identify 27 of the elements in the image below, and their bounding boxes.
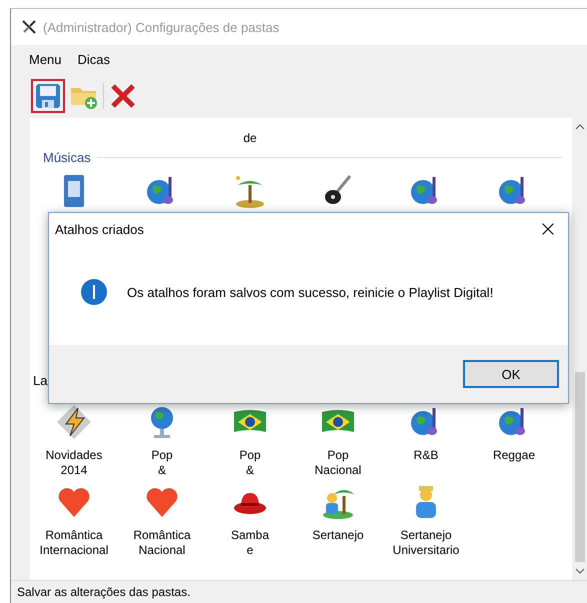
info-icon xyxy=(81,279,107,305)
dialog-message: Os atalhos foram salvos com sucesso, reinicie o Playlist Digital! xyxy=(127,284,494,300)
folder-label[interactable]: R&B xyxy=(414,448,438,463)
folder-label[interactable]: Romântica Nacional xyxy=(133,528,191,558)
dialog-title: Atalhos criados xyxy=(55,222,144,236)
save-button[interactable] xyxy=(31,78,65,112)
window-title: (Administrador) Configurações de pastas xyxy=(43,20,280,34)
close-button[interactable]: × xyxy=(528,214,568,244)
folder-label[interactable]: Sertanejo Universitario xyxy=(392,528,460,558)
status-text: Salvar as alterações das pastas. xyxy=(17,585,190,599)
tools-icon xyxy=(21,19,37,35)
menu-item[interactable]: Menu xyxy=(23,50,68,68)
ok-button[interactable]: OK xyxy=(463,360,559,388)
folder-label[interactable]: Reggae xyxy=(492,448,536,463)
group-title: Músicas xyxy=(43,150,91,164)
folder-label[interactable]: Pop & xyxy=(239,448,261,478)
scroll-up-icon[interactable] xyxy=(574,124,584,130)
folder-label[interactable]: Novidades 2014 xyxy=(46,448,102,478)
folder-label[interactable]: Sertanejo xyxy=(312,528,364,543)
menu-item[interactable]: Dicas xyxy=(72,50,116,68)
folder-label[interactable]: Romântica Internacional xyxy=(40,528,108,558)
folder-label[interactable]: Pop & xyxy=(151,448,173,478)
scroll-down-icon[interactable] xyxy=(574,568,584,574)
group-title: La xyxy=(33,372,48,388)
folder-label: de xyxy=(243,131,257,145)
folder-label[interactable]: Pop Nacional xyxy=(314,448,362,478)
folder-label[interactable]: Samba e xyxy=(230,528,270,558)
